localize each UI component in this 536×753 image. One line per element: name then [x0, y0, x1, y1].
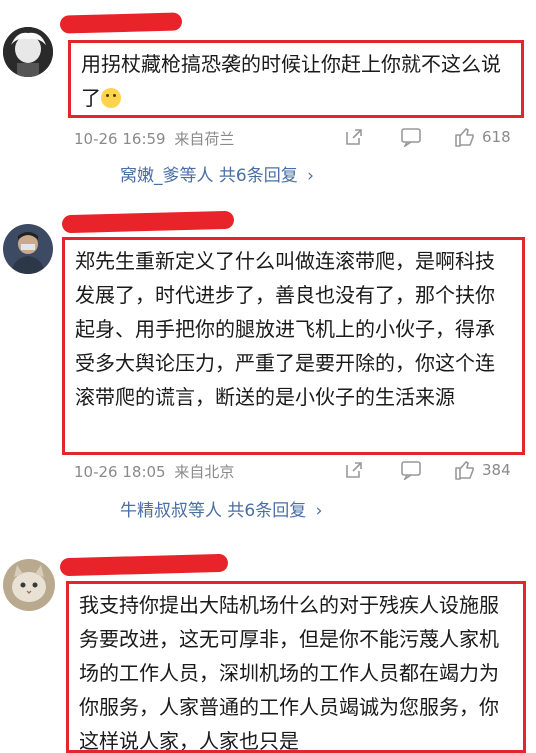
- like-count: 384: [482, 461, 511, 479]
- like-button[interactable]: 618: [454, 126, 511, 148]
- comment-time: 10-26 18:05: [74, 463, 166, 481]
- comment-meta: 10-26 18:05 来自北京: [74, 461, 234, 483]
- share-button[interactable]: [344, 460, 364, 480]
- comment-source: 来自北京: [174, 463, 235, 481]
- comment-time: 10-26 16:59: [74, 130, 166, 148]
- avatar-portrait-icon: [3, 27, 53, 77]
- redacted-username: [61, 210, 235, 234]
- comment-button[interactable]: [400, 460, 422, 480]
- chevron-right-icon: ›: [315, 501, 323, 521]
- redacted-username: [59, 553, 229, 577]
- comment-text: 用拐杖藏枪搞恐袭的时候让你赶上你就不这么说了: [81, 52, 501, 110]
- redacted-username: [59, 12, 183, 34]
- thumbs-up-icon: [455, 461, 474, 480]
- comment-text: 郑先生重新定义了什么叫做连滚带爬，是啊科技发展了，时代进步了，善良也没有了，那个…: [75, 249, 495, 409]
- comment-meta: 10-26 16:59 来自荷兰: [74, 128, 234, 150]
- share-icon: [346, 462, 362, 478]
- face-with-tears-icon: [101, 88, 121, 108]
- comment-source: 来自荷兰: [174, 130, 235, 148]
- thumbs-up-icon: [455, 128, 474, 147]
- like-count: 618: [482, 128, 511, 146]
- comment-button[interactable]: [400, 127, 422, 147]
- comment-body: 用拐杖藏枪搞恐袭的时候让你赶上你就不这么说了: [68, 40, 524, 118]
- avatar-cat-icon: [3, 559, 55, 611]
- view-replies-link[interactable]: 窝嫩_爹等人 共6条回复 ›: [120, 164, 314, 188]
- replies-text: 窝嫩_爹等人 共6条回复: [120, 166, 298, 186]
- avatar[interactable]: [3, 559, 55, 611]
- comment-body: 我支持你提出大陆机场什么的对于残疾人设施服务要改进，这无可厚非，但是你不能污蔑人…: [66, 581, 526, 753]
- share-icon: [346, 129, 362, 145]
- like-button[interactable]: 384: [454, 459, 511, 481]
- replies-text: 牛精叔叔等人 共6条回复: [120, 501, 307, 521]
- comment-icon: [401, 461, 421, 480]
- avatar[interactable]: [3, 224, 53, 274]
- comment-icon: [401, 128, 421, 147]
- avatar[interactable]: [3, 27, 53, 77]
- share-button[interactable]: [344, 127, 364, 147]
- comment-text: 我支持你提出大陆机场什么的对于残疾人设施服务要改进，这无可厚非，但是你不能污蔑人…: [79, 593, 499, 753]
- comment-body: 郑先生重新定义了什么叫做连滚带爬，是啊科技发展了，时代进步了，善良也没有了，那个…: [62, 237, 525, 455]
- view-replies-link[interactable]: 牛精叔叔等人 共6条回复 ›: [120, 499, 322, 523]
- avatar-portrait-icon: [3, 224, 53, 274]
- chevron-right-icon: ›: [307, 166, 314, 186]
